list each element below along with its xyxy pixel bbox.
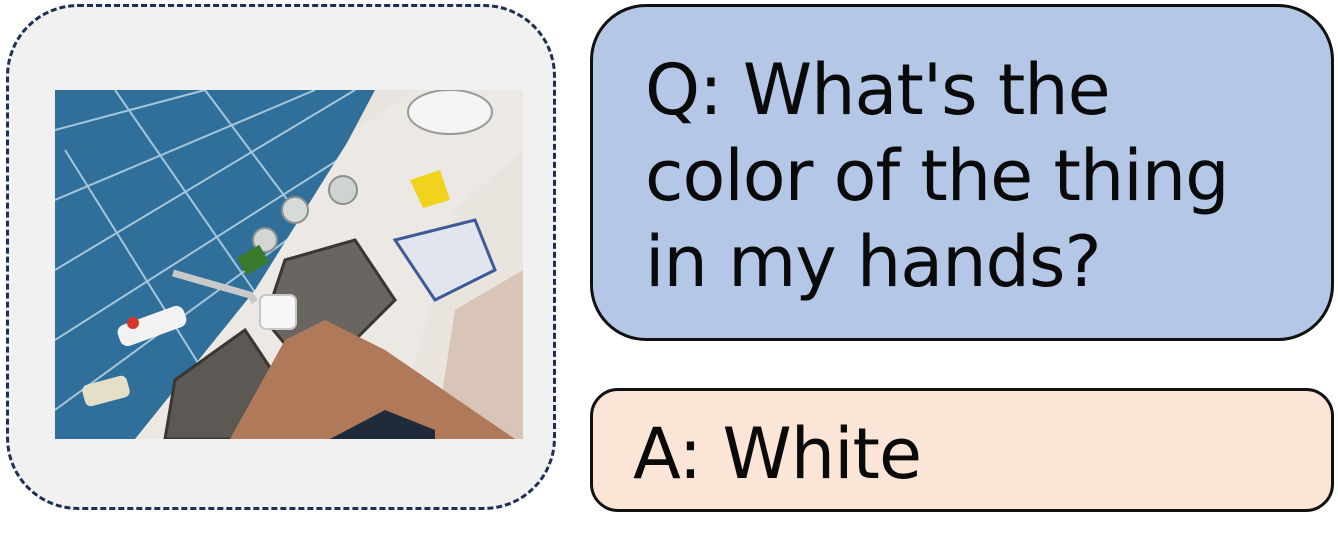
question-text: Q: What's the color of the thing in my h…: [645, 49, 1230, 303]
answer-text: A: White: [633, 413, 922, 495]
question-bubble: Q: What's the color of the thing in my h…: [590, 4, 1334, 341]
kitchen-sink-photo: [55, 90, 523, 439]
answer-bubble: A: White: [590, 388, 1334, 512]
kitchen-sink-illustration: [55, 90, 523, 439]
image-panel: [6, 4, 556, 510]
